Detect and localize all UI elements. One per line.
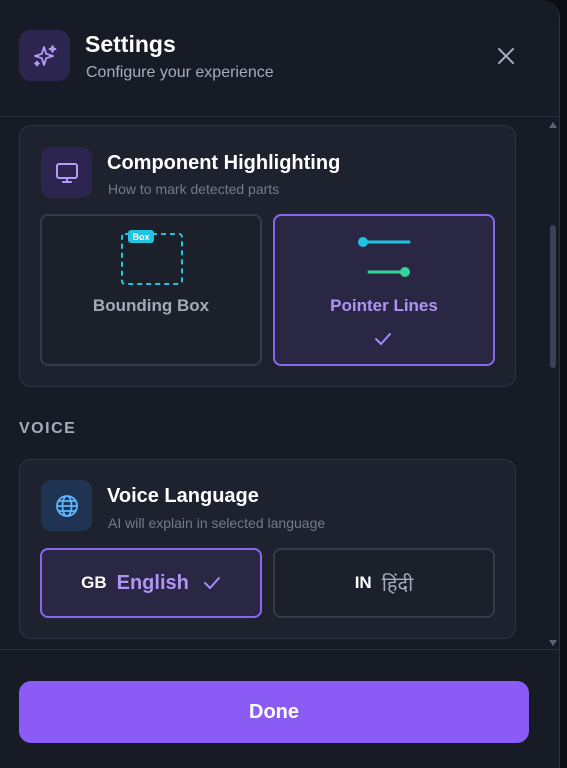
bounding-box-preview-icon: Box	[121, 230, 183, 285]
voice-language-subtitle: AI will explain in selected language	[108, 515, 326, 531]
settings-header: Settings Configure your experience	[0, 0, 559, 117]
monitor-icon	[41, 147, 92, 198]
option-label: Bounding Box	[92, 296, 210, 315]
option-pointer-lines[interactable]: Pointer Lines	[273, 214, 495, 366]
voice-section-label: VOICE	[19, 420, 77, 437]
scroll-up-arrow-icon[interactable]	[549, 122, 557, 128]
language-option-english[interactable]: GB English	[40, 548, 262, 618]
highlighting-subtitle: How to mark detected parts	[108, 181, 280, 197]
pointer-lines-preview-icon	[358, 237, 411, 277]
done-button[interactable]: Done	[19, 681, 529, 743]
page-title: Settings	[85, 31, 176, 57]
scrollbar[interactable]	[547, 122, 557, 647]
checkmark-icon	[375, 333, 391, 345]
language-option-content: GB English	[42, 550, 260, 616]
page-subtitle: Configure your experience	[86, 64, 274, 81]
option-label: Pointer Lines	[330, 296, 438, 315]
option-bounding-box[interactable]: Box Bounding Box	[40, 214, 262, 366]
voice-language-title: Voice Language	[107, 485, 259, 507]
sparkles-icon	[19, 30, 70, 81]
settings-footer: Done	[0, 649, 559, 768]
flag-code: IN	[354, 573, 372, 592]
language-option-hindi[interactable]: IN हिंदी	[273, 548, 495, 618]
settings-panel: Settings Configure your experience Compo…	[0, 0, 560, 768]
close-button[interactable]	[491, 41, 521, 71]
bounding-box-tag: Box	[132, 232, 149, 242]
flag-code: GB	[81, 573, 107, 592]
scroll-down-arrow-icon[interactable]	[549, 640, 557, 646]
highlighting-title: Component Highlighting	[107, 152, 341, 174]
voice-language-card: Voice Language AI will explain in select…	[19, 459, 516, 639]
language-name: हिंदी	[381, 571, 414, 596]
scrollbar-thumb[interactable]	[550, 225, 556, 368]
checkmark-icon	[203, 577, 220, 589]
highlighting-card: Component Highlighting How to mark detec…	[19, 125, 516, 387]
language-option-content: IN हिंदी	[275, 550, 493, 616]
globe-icon	[41, 480, 92, 531]
close-icon	[498, 48, 514, 64]
settings-scroll-area[interactable]: Component Highlighting How to mark detec…	[0, 118, 559, 648]
language-name: English	[116, 571, 189, 594]
